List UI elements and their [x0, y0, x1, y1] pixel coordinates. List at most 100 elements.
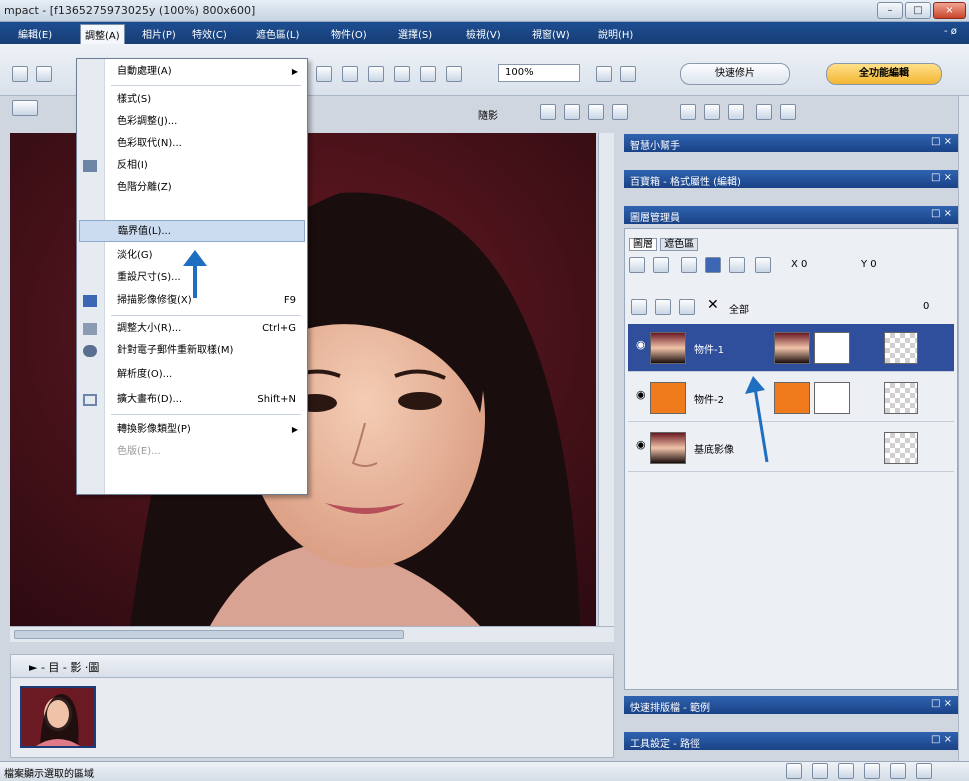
layer-shadow-thumbnail	[884, 382, 918, 414]
status-chart-icon[interactable]	[890, 763, 906, 779]
close-button[interactable]: ×	[933, 2, 966, 19]
menu-help[interactable]: 說明(H)	[598, 26, 633, 41]
color-picker-icon[interactable]	[620, 66, 636, 82]
merge-icon[interactable]	[680, 104, 696, 120]
annotation-arrow-up-icon	[745, 376, 769, 463]
layer-row-object-1[interactable]: ◉ 物件-1	[628, 324, 954, 372]
status-color-icon[interactable]	[916, 763, 932, 779]
smart-assistant-panel-header[interactable]: 智慧小幫手 □ ×	[624, 134, 958, 152]
redeye-icon[interactable]	[420, 66, 436, 82]
menu-icon-gutter	[77, 59, 105, 494]
layer-manager-panel-header[interactable]: 圖層管理員 □ ×	[624, 206, 958, 224]
layer-mask-thumbnail	[814, 382, 850, 414]
layer-tool-icon[interactable]	[681, 257, 697, 273]
menu-item-posterize[interactable]: 色階分離(Z)	[106, 177, 306, 199]
menu-mask[interactable]: 遮色區(L)	[256, 26, 299, 41]
filmstrip-thumbnail[interactable]	[20, 686, 96, 748]
menu-window[interactable]: 視窗(W)	[532, 26, 570, 41]
image-icon[interactable]	[342, 66, 358, 82]
panel-close-icon[interactable]: □ ×	[931, 698, 952, 709]
menu-item-email-resample[interactable]: 針對電子郵件重新取樣(M)	[106, 340, 306, 362]
checkbox-label[interactable]: 隨影	[478, 107, 498, 122]
easypalette-panel-header[interactable]: 百寶箱 - 格式屬性 (編輯) □ ×	[624, 170, 958, 188]
mask-icon[interactable]	[679, 299, 695, 315]
layer-tool-icon[interactable]	[705, 257, 721, 273]
opacity-field[interactable]: 0	[923, 301, 929, 312]
full-edit-mode-button[interactable]: 全功能編輯	[826, 63, 942, 85]
status-view-icon[interactable]	[786, 763, 802, 779]
status-ruler-icon[interactable]	[838, 763, 854, 779]
layer-thumbnail	[650, 332, 686, 364]
submenu-arrow-icon: ▶	[291, 67, 298, 76]
hand-icon[interactable]	[596, 66, 612, 82]
print-icon[interactable]	[36, 66, 52, 82]
layer-row-base-image[interactable]: ◉ 基底影像	[628, 424, 954, 472]
menu-select[interactable]: 選擇(S)	[398, 26, 432, 41]
invert-icon	[83, 160, 97, 172]
tool-dropdown-icon[interactable]	[12, 100, 38, 116]
horizontal-scroll-thumb[interactable]	[14, 630, 404, 639]
effect-icon[interactable]	[756, 104, 772, 120]
brush-icon[interactable]	[446, 66, 462, 82]
quick-templates-panel-header[interactable]: 快速排版檔 - 範例 □ ×	[624, 696, 958, 714]
layer-row-object-2[interactable]: ◉ 物件-2	[628, 374, 954, 422]
submenu-arrow-icon: ▶	[291, 425, 298, 434]
zoom-select[interactable]: 100%	[498, 64, 580, 82]
tab-layers[interactable]: 圖層	[629, 238, 657, 251]
panel-close-icon[interactable]: □ ×	[931, 172, 952, 183]
layer-tool-icon[interactable]	[729, 257, 745, 273]
menu-item-auto-process[interactable]: 自動處理(A) ▶	[106, 61, 306, 83]
panel-close-icon[interactable]: □ ×	[931, 734, 952, 745]
blend-mode-select[interactable]: 全部	[729, 301, 749, 316]
menu-item-resize[interactable]: 調整大小(R)... Ctrl+G	[106, 318, 306, 340]
visibility-icon[interactable]	[631, 299, 647, 315]
quick-edit-mode-button[interactable]: 快速修片	[680, 63, 790, 85]
status-guide-icon[interactable]	[864, 763, 880, 779]
horizontal-scrollbar[interactable]	[10, 626, 614, 642]
eye-icon[interactable]: ◉	[636, 438, 646, 451]
properties-icon[interactable]	[780, 104, 796, 120]
layer-tool-icon[interactable]	[755, 257, 771, 273]
menu-edit[interactable]: 編輯(E)	[18, 26, 52, 41]
maximize-button[interactable]: □	[905, 2, 931, 19]
distribute-icon[interactable]	[564, 104, 580, 120]
filmstrip-controls[interactable]: ► - 目 - 影 ·圖	[29, 659, 99, 675]
link-icon[interactable]	[655, 299, 671, 315]
y-position-label: Y 0	[861, 259, 877, 270]
status-grid-icon[interactable]	[812, 763, 828, 779]
delete-layer-icon[interactable]: ✕	[707, 297, 719, 313]
menu-item-color-adjust[interactable]: 色彩調整(J)...	[106, 111, 306, 133]
menu-object[interactable]: 物件(O)	[331, 26, 367, 41]
list-icon[interactable]	[612, 104, 628, 120]
align-icon[interactable]	[540, 104, 556, 120]
vertical-scrollbar[interactable]	[598, 133, 614, 626]
menu-view[interactable]: 檢視(V)	[466, 26, 501, 41]
menu-effects[interactable]: 特效(C)	[192, 26, 227, 41]
tab-masks[interactable]: 遮色區	[660, 238, 699, 251]
layer-tool-icon[interactable]	[653, 257, 669, 273]
menu-item-expand-canvas[interactable]: 擴大畫布(D)... Shift+N	[106, 389, 306, 411]
menu-item-threshold[interactable]: 臨界值(L)...	[79, 220, 305, 242]
menu-item-convert-type[interactable]: 轉換影像類型(P) ▶	[106, 419, 306, 441]
menu-photo[interactable]: 相片(P)	[142, 26, 176, 41]
undo-icon[interactable]	[704, 104, 720, 120]
layer-tool-icon[interactable]	[629, 257, 645, 273]
menu-item-resolution[interactable]: 解析度(O)...	[106, 364, 306, 386]
save-icon[interactable]	[12, 66, 28, 82]
panel-close-icon[interactable]: □ ×	[931, 208, 952, 219]
menu-adjust[interactable]: 調整(A)	[80, 24, 125, 45]
menu-item-color-replace[interactable]: 色彩取代(N)...	[106, 133, 306, 155]
minimize-button[interactable]: –	[877, 2, 903, 19]
eye-icon[interactable]: ◉	[636, 388, 646, 401]
eye-icon[interactable]: ◉	[636, 338, 646, 351]
menu-item-style[interactable]: 樣式(S)	[106, 89, 306, 111]
layout-icon[interactable]	[316, 66, 332, 82]
crop-icon[interactable]	[394, 66, 410, 82]
frame-icon[interactable]	[728, 104, 744, 120]
tool-settings-panel-header[interactable]: 工具設定 - 路徑 □ ×	[624, 732, 958, 750]
panel-close-icon[interactable]: □ ×	[931, 136, 952, 147]
sparkle-icon[interactable]	[368, 66, 384, 82]
menubar-right-controls[interactable]: - ø	[944, 26, 957, 37]
grid-icon[interactable]	[588, 104, 604, 120]
menu-item-invert[interactable]: 反相(I)	[106, 155, 306, 177]
